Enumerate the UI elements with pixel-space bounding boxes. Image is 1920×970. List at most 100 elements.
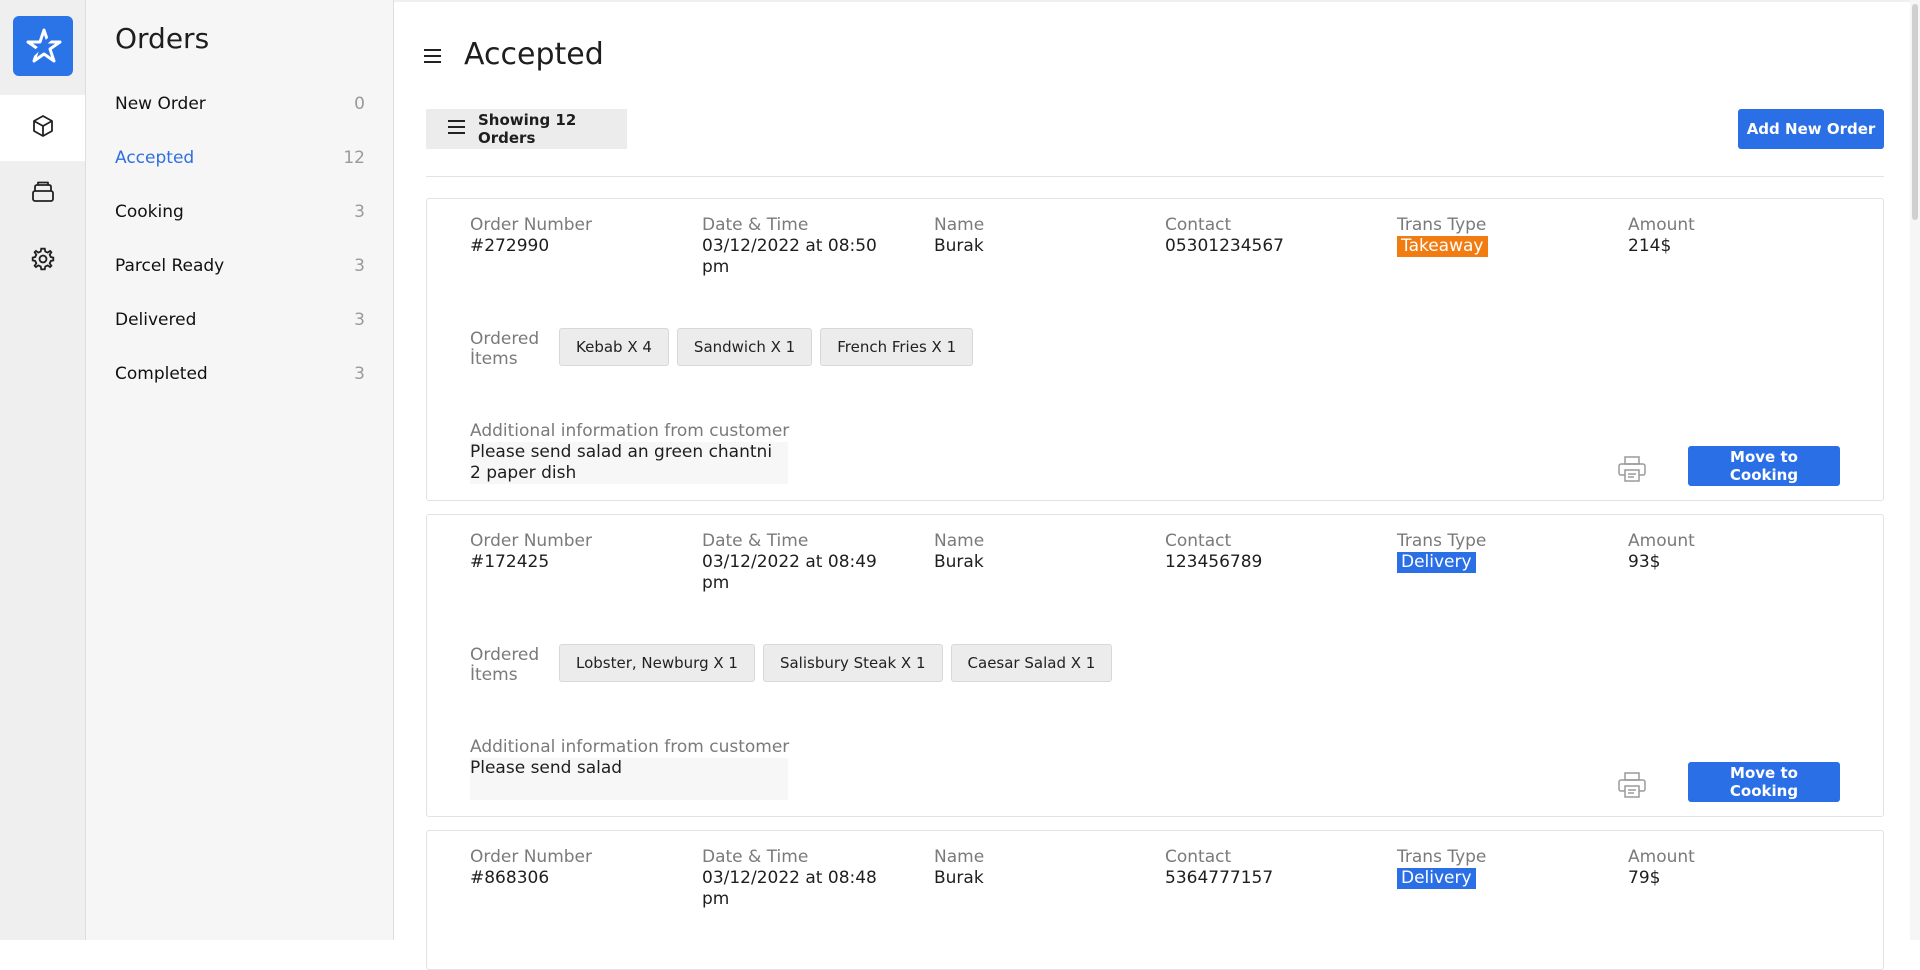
amount-value: 79$ (1628, 868, 1661, 888)
printer-icon[interactable] (1617, 455, 1647, 487)
order-number-field: Order Number #272990 (470, 215, 592, 257)
top-border (394, 0, 1920, 2)
sidebar-item-label: New Order (115, 94, 206, 114)
add-new-order-button[interactable]: Add New Order (1738, 109, 1884, 149)
trans-type-badge: Delivery (1397, 552, 1476, 573)
name-field: Name Burak (934, 531, 984, 573)
datetime-value: 03/12/2022 at 08:48 pm (702, 868, 877, 909)
printer-icon[interactable] (1617, 771, 1647, 803)
sidebar-item-label: Delivered (115, 310, 197, 330)
amount-field: Amount 79$ (1628, 847, 1695, 889)
sidebar-item-count: 0 (354, 94, 365, 114)
sidebar-item-parcel-ready[interactable]: Parcel Ready 3 (115, 251, 365, 281)
name-label: Name (934, 531, 985, 551)
sidebar-item-count: 12 (343, 148, 365, 168)
contact-value: 5364777157 (1165, 868, 1274, 888)
sidebar-item-count: 3 (354, 202, 365, 222)
sidebar-item-delivered[interactable]: Delivered 3 (115, 305, 365, 335)
contact-label: Contact (1165, 847, 1232, 867)
contact-field: Contact 05301234567 (1165, 215, 1284, 257)
showing-orders-toggle[interactable]: Showing 12 Orders (426, 109, 627, 149)
additional-info-value: Please send salad an green chantni 2 pap… (470, 442, 788, 484)
datetime-field: Date & Time 03/12/2022 at 08:50 pm (702, 215, 902, 278)
datetime-label: Date & Time (702, 215, 809, 235)
contact-value: 123456789 (1165, 552, 1263, 572)
box-icon (31, 114, 55, 142)
amount-label: Amount (1628, 847, 1695, 867)
star-logo-icon[interactable] (13, 16, 73, 76)
order-number-field: Order Number #868306 (470, 847, 592, 889)
settings-nav-button[interactable] (0, 228, 85, 294)
scrollbar-thumb[interactable] (1912, 4, 1918, 220)
main-content: Accepted Showing 12 Orders Add New Order… (394, 0, 1920, 970)
sidebar-title: Orders (115, 22, 210, 55)
datetime-label: Date & Time (702, 531, 809, 551)
order-number-value: #172425 (470, 552, 550, 572)
item-chip: Kebab X 4 (559, 328, 669, 366)
amount-label: Amount (1628, 215, 1695, 235)
move-to-cooking-button[interactable]: Move to Cooking (1688, 446, 1840, 486)
sidebar-item-label: Parcel Ready (115, 256, 225, 276)
sidebar-item-completed[interactable]: Completed 3 (115, 359, 365, 389)
amount-field: Amount 93$ (1628, 531, 1695, 573)
contact-label: Contact (1165, 531, 1232, 551)
sidebar-item-new-order[interactable]: New Order 0 (115, 89, 365, 119)
contact-field: Contact 5364777157 (1165, 847, 1273, 889)
order-number-label: Order Number (470, 215, 593, 235)
menu-icon[interactable] (424, 48, 442, 67)
order-card: Order Number #868306 Date & Time 03/12/2… (426, 830, 1884, 970)
sidebar-item-count: 3 (354, 310, 365, 330)
sidebar-item-accepted[interactable]: Accepted 12 (115, 143, 365, 173)
amount-value: 214$ (1628, 236, 1672, 256)
amount-label: Amount (1628, 531, 1695, 551)
additional-info-label: Additional information from customer (470, 737, 790, 757)
trans-type-label: Trans Type (1397, 847, 1487, 867)
datetime-value: 03/12/2022 at 08:50 pm (702, 236, 877, 277)
sidebar-item-count: 3 (354, 364, 365, 384)
datetime-label: Date & Time (702, 847, 809, 867)
trans-type-field: Trans Type Delivery (1397, 847, 1486, 889)
contact-field: Contact 123456789 (1165, 531, 1262, 573)
order-number-label: Order Number (470, 847, 593, 867)
trans-type-field: Trans Type Delivery (1397, 531, 1486, 573)
stack-icon (30, 180, 56, 208)
datetime-value: 03/12/2022 at 08:49 pm (702, 552, 877, 593)
datetime-field: Date & Time 03/12/2022 at 08:49 pm (702, 531, 902, 594)
contact-label: Contact (1165, 215, 1232, 235)
order-number-field: Order Number #172425 (470, 531, 592, 573)
name-value: Burak (934, 552, 984, 572)
icon-rail (0, 0, 86, 940)
ordered-items-label: Ordered İtems (470, 329, 540, 369)
item-chip: Lobster, Newburg X 1 (559, 644, 755, 682)
order-number-label: Order Number (470, 531, 593, 551)
move-to-cooking-button[interactable]: Move to Cooking (1688, 762, 1840, 802)
list-icon (448, 120, 466, 138)
ordered-items-list: Kebab X 4 Sandwich X 1 French Fries X 1 (559, 328, 974, 366)
trans-type-badge: Delivery (1397, 868, 1476, 889)
name-value: Burak (934, 868, 984, 888)
amount-field: Amount 214$ (1628, 215, 1695, 257)
orders-sidebar: Orders New Order 0 Accepted 12 Cooking 3… (86, 0, 394, 940)
ordered-items-list: Lobster, Newburg X 1 Salisbury Steak X 1… (559, 644, 1113, 682)
trans-type-field: Trans Type Takeaway (1397, 215, 1488, 257)
order-card: Order Number #272990 Date & Time 03/12/2… (426, 198, 1884, 501)
sidebar-item-count: 3 (354, 256, 365, 276)
sidebar-item-cooking[interactable]: Cooking 3 (115, 197, 365, 227)
orders-nav-button[interactable] (0, 95, 85, 161)
order-number-value: #272990 (470, 236, 550, 256)
sidebar-item-label: Accepted (115, 148, 195, 168)
item-chip: Caesar Salad X 1 (950, 644, 1113, 682)
name-value: Burak (934, 236, 984, 256)
ordered-items-label: Ordered İtems (470, 645, 540, 685)
sidebar-item-label: Completed (115, 364, 208, 384)
item-chip: Salisbury Steak X 1 (762, 644, 943, 682)
additional-info-value: Please send salad (470, 758, 788, 800)
trans-type-label: Trans Type (1397, 215, 1487, 235)
contact-value: 05301234567 (1165, 236, 1284, 256)
order-card: Order Number #172425 Date & Time 03/12/2… (426, 514, 1884, 817)
scrollbar[interactable] (1910, 0, 1920, 940)
divider (426, 176, 1884, 177)
inventory-nav-button[interactable] (0, 161, 85, 227)
showing-orders-label: Showing 12 Orders (478, 111, 577, 147)
name-label: Name (934, 215, 985, 235)
